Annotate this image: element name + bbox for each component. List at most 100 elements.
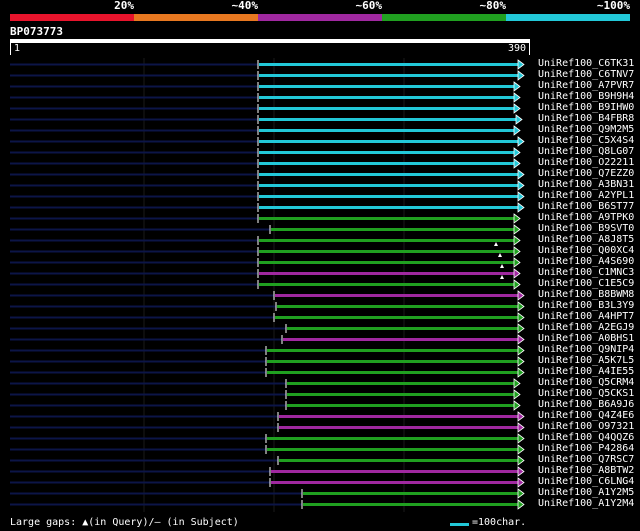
- hit-name-link[interactable]: UniRef100_Q9NIP4: [538, 344, 634, 355]
- hit-name-link[interactable]: UniRef100_Q7RSC7: [538, 454, 634, 465]
- hit-name-link[interactable]: UniRef100_Q5CRM4: [538, 377, 634, 388]
- hit-name-link[interactable]: UniRef100_B3L3Y9: [538, 300, 634, 311]
- hit-name-link[interactable]: UniRef100_C6TK31: [538, 58, 634, 69]
- hit-row[interactable]: [10, 466, 525, 477]
- query-gap-marker-icon: [500, 264, 504, 268]
- hit-row[interactable]: [10, 213, 521, 224]
- hit-name-link[interactable]: UniRef100_B9SVT0: [538, 223, 634, 234]
- hit-name-link[interactable]: UniRef100_O22211: [538, 157, 634, 168]
- hit-row[interactable]: [10, 264, 521, 279]
- hit-name-link[interactable]: UniRef100_Q4QQZ6: [538, 432, 634, 443]
- hit-name-link[interactable]: UniRef100_Q7EZZ0: [538, 168, 634, 179]
- hit-arrow-icon: [517, 488, 525, 499]
- hit-row[interactable]: [10, 433, 525, 444]
- hit-name-link[interactable]: UniRef100_B6A9J6: [538, 399, 634, 410]
- hit-name-link[interactable]: UniRef100_B6ST77: [538, 201, 634, 212]
- footer-gaps-legend: Large gaps: ▲(in Query)/– (in Subject): [10, 517, 239, 528]
- hit-row[interactable]: [10, 367, 525, 378]
- hit-row[interactable]: [10, 202, 525, 213]
- hit-arrow-icon: [513, 268, 521, 279]
- hit-arrow-icon: [517, 323, 525, 334]
- hit-arrow-icon: [517, 191, 525, 202]
- hit-name-link[interactable]: UniRef100_Q4Z4E6: [538, 410, 634, 421]
- hit-arrow-icon: [517, 59, 525, 70]
- hit-row[interactable]: [10, 455, 525, 466]
- hit-name-link[interactable]: UniRef100_Q9M2M5: [538, 124, 634, 135]
- hit-row[interactable]: [10, 147, 521, 158]
- hit-name-link[interactable]: UniRef100_A1Y2M4: [538, 498, 634, 509]
- hit-name-link[interactable]: UniRef100_A2YPL1: [538, 190, 634, 201]
- hit-row[interactable]: [10, 125, 521, 136]
- hit-row[interactable]: [10, 136, 525, 147]
- hit-row[interactable]: [10, 180, 525, 191]
- hit-name-link[interactable]: UniRef100_Q8LG07: [538, 146, 634, 157]
- hit-name-link[interactable]: UniRef100_A0BHS1: [538, 333, 634, 344]
- hit-row[interactable]: [10, 169, 525, 180]
- hit-name-link[interactable]: UniRef100_C1MNC3: [538, 267, 634, 278]
- hit-name-link[interactable]: UniRef100_C1E5C9: [538, 278, 634, 289]
- hit-row[interactable]: [10, 158, 521, 169]
- hit-name-link[interactable]: UniRef100_A4IE55: [538, 366, 634, 377]
- hit-name-link[interactable]: UniRef100_B4FBR8: [538, 113, 634, 124]
- hit-arrow-icon: [513, 147, 521, 158]
- hit-name-link[interactable]: UniRef100_C6LNG4: [538, 476, 634, 487]
- query-gap-marker-icon: [498, 253, 502, 257]
- hit-name-link[interactable]: UniRef100_Q5CKS1: [538, 388, 634, 399]
- hit-name-link[interactable]: UniRef100_B8BWM8: [538, 289, 634, 300]
- hit-name-link[interactable]: UniRef100_A9TPK0: [538, 212, 634, 223]
- hit-row[interactable]: [10, 400, 521, 411]
- hit-row[interactable]: [10, 389, 521, 400]
- hit-arrow-icon: [517, 334, 525, 345]
- hit-row[interactable]: [10, 378, 521, 389]
- hit-name-link[interactable]: UniRef100_O97321: [538, 421, 634, 432]
- hit-arrow-icon: [513, 224, 521, 235]
- hit-arrow-icon: [517, 356, 525, 367]
- query-gap-marker-icon: [500, 275, 504, 279]
- hit-row[interactable]: [10, 499, 525, 510]
- hit-row[interactable]: [10, 81, 521, 92]
- hit-row[interactable]: [10, 114, 523, 125]
- hit-name-link[interactable]: UniRef100_P42864: [538, 443, 634, 454]
- hit-row[interactable]: [10, 242, 521, 257]
- hit-name-link[interactable]: UniRef100_A4S690: [538, 256, 634, 267]
- hit-row[interactable]: [10, 275, 521, 290]
- hit-row[interactable]: [10, 224, 521, 235]
- hit-name-link[interactable]: UniRef100_C5X4S4: [538, 135, 634, 146]
- hit-row[interactable]: [10, 323, 525, 334]
- hit-name-link[interactable]: UniRef100_A3BN31: [538, 179, 634, 190]
- hit-name-link[interactable]: UniRef100_B9H9H4: [538, 91, 634, 102]
- hit-arrow-icon: [517, 136, 525, 147]
- hit-name-link[interactable]: UniRef100_C6TNV7: [538, 69, 634, 80]
- hit-row[interactable]: [10, 290, 525, 301]
- hit-arrow-icon: [513, 81, 521, 92]
- hit-row[interactable]: [10, 356, 525, 367]
- hit-name-link[interactable]: UniRef100_A2EGJ9: [538, 322, 634, 333]
- hit-row[interactable]: [10, 312, 525, 323]
- hit-row[interactable]: [10, 477, 525, 488]
- hit-row[interactable]: [10, 334, 525, 345]
- hit-row[interactable]: [10, 103, 521, 114]
- hit-name-link[interactable]: UniRef100_A4HPT7: [538, 311, 634, 322]
- hit-row[interactable]: [10, 422, 525, 433]
- hit-arrow-icon: [517, 70, 525, 81]
- hit-row[interactable]: [10, 59, 525, 70]
- hit-row[interactable]: [10, 411, 525, 422]
- hit-row[interactable]: [10, 70, 525, 81]
- hit-row[interactable]: [10, 191, 525, 202]
- hit-row[interactable]: [10, 444, 525, 455]
- hit-name-link[interactable]: UniRef100_A8BTW2: [538, 465, 634, 476]
- hit-row[interactable]: [10, 253, 521, 268]
- hit-row[interactable]: [10, 92, 521, 103]
- hit-name-link[interactable]: UniRef100_A1Y2M5: [538, 487, 634, 498]
- hit-name-link[interactable]: UniRef100_B9IHW0: [538, 102, 634, 113]
- footer-scale-bar: [450, 523, 469, 526]
- hit-name-link[interactable]: UniRef100_Q00XC4: [538, 245, 634, 256]
- hit-row[interactable]: [10, 301, 525, 312]
- hit-name-link[interactable]: UniRef100_A5K7L5: [538, 355, 634, 366]
- hit-name-link[interactable]: UniRef100_A8J8T5: [538, 234, 634, 245]
- hit-row[interactable]: [10, 488, 525, 499]
- hit-row[interactable]: [10, 235, 521, 246]
- hit-row[interactable]: [10, 345, 525, 356]
- hit-name-link[interactable]: UniRef100_A7PVR7: [538, 80, 634, 91]
- hit-arrow-icon: [517, 455, 525, 466]
